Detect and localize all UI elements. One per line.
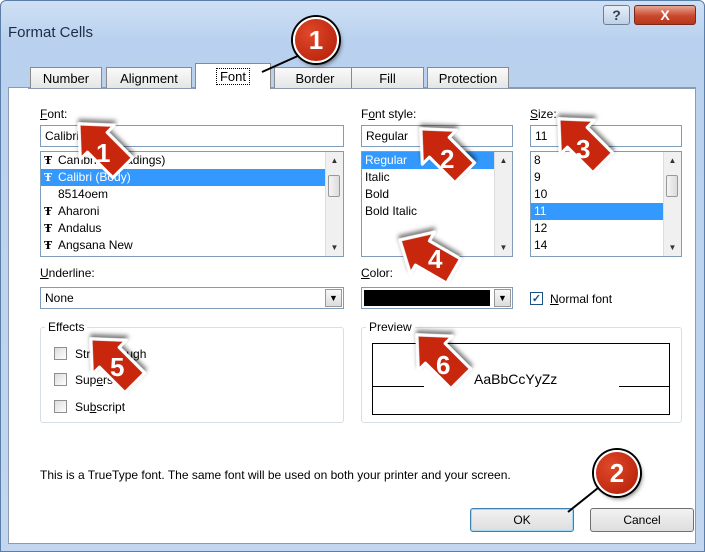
callout-number-3-arrow: 3 bbox=[576, 134, 591, 164]
callout-badge-1: 1 bbox=[293, 17, 339, 63]
callout-number-6-arrow: 6 bbox=[436, 350, 451, 380]
callout-number-5-arrow: 5 bbox=[110, 352, 125, 382]
callout-number-2-arrow: 2 bbox=[440, 144, 455, 174]
callout-number-1-arrow: 1 bbox=[96, 138, 111, 168]
callout-badge-2: 2 bbox=[594, 450, 640, 496]
callout-number-4-arrow: 4 bbox=[428, 244, 443, 274]
